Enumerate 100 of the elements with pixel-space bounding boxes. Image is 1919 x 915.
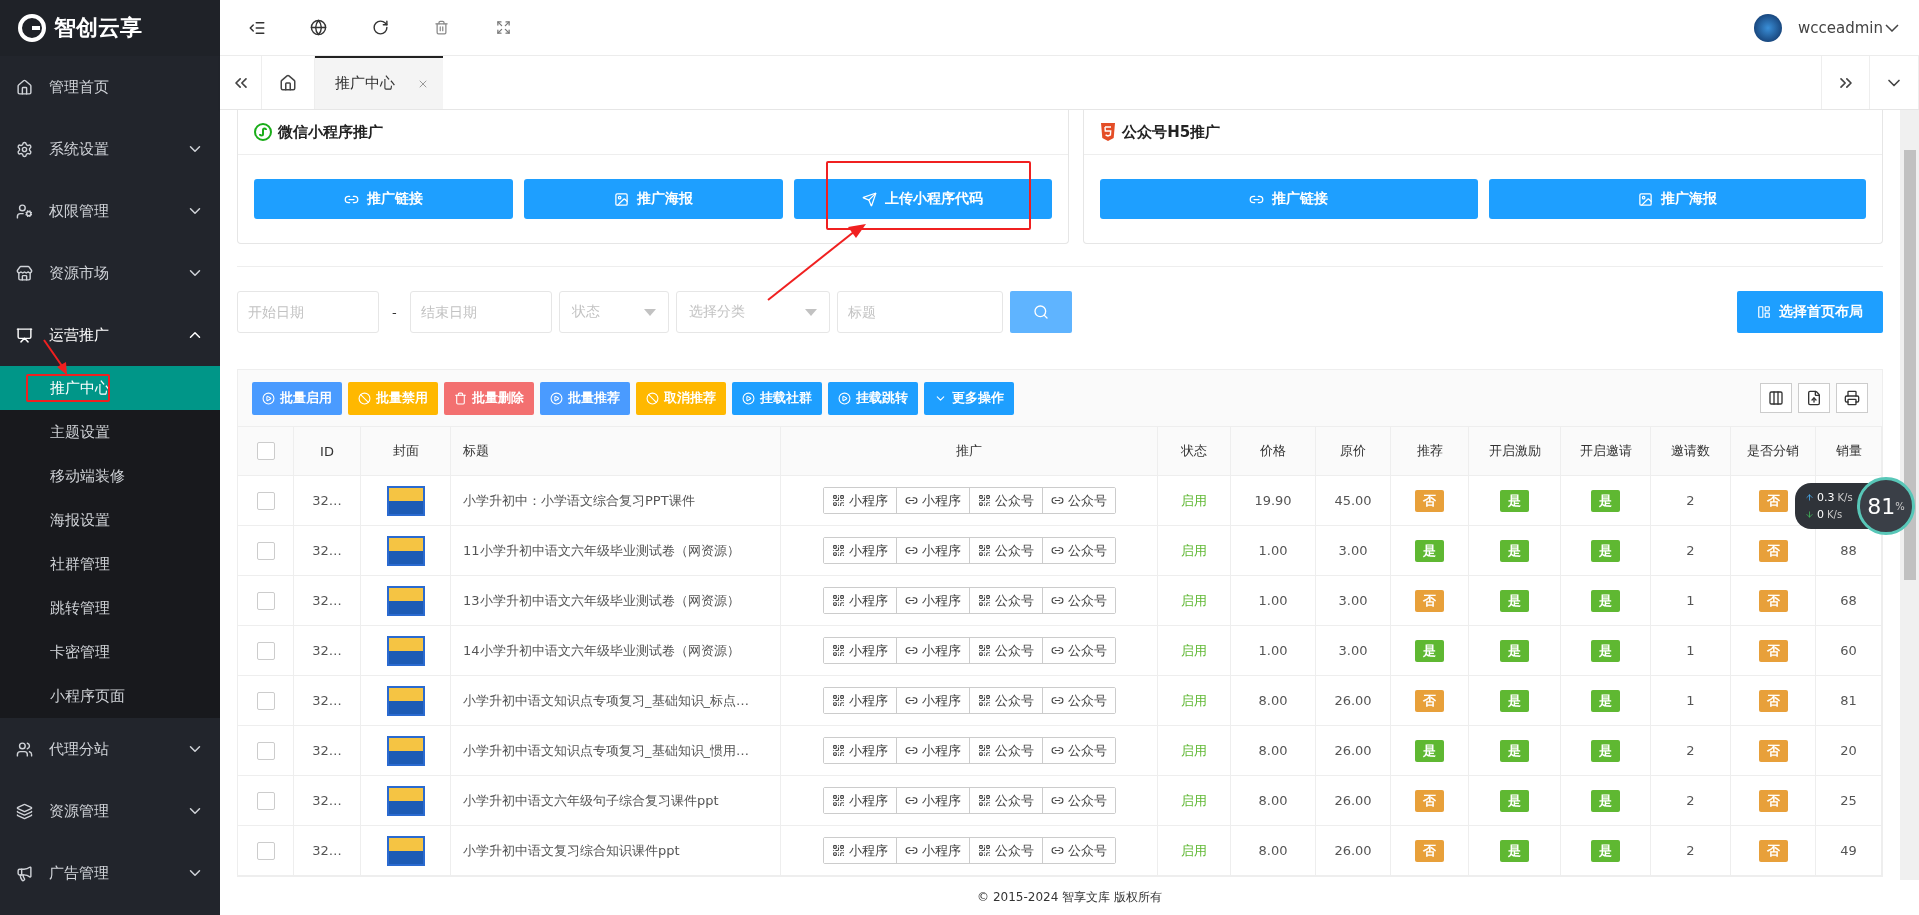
checkbox[interactable]	[256, 841, 275, 860]
layout-icon	[1757, 305, 1771, 319]
globe-icon[interactable]	[310, 19, 327, 36]
checkbox[interactable]	[256, 691, 275, 710]
table-cell: 2	[1686, 743, 1695, 758]
status-text: 启用	[1181, 791, 1207, 810]
table-cell: 2	[1686, 493, 1695, 508]
ban-icon	[646, 391, 659, 405]
export-icon	[1806, 390, 1822, 406]
qr-code-icon	[831, 494, 845, 507]
page-tab[interactable]: 推广中心	[315, 56, 443, 109]
table-cell: 81	[1840, 693, 1857, 708]
table-cell: 8.00	[1258, 793, 1288, 808]
table-cell: 2	[1686, 543, 1695, 558]
table-cell: 小学升初中语文复习综合知识课件ppt	[463, 841, 680, 860]
status-text: 启用	[1181, 541, 1207, 560]
qr-code-icon	[977, 794, 991, 807]
sidebar-subitem[interactable]: 海报设置	[0, 498, 220, 542]
table-cell: 49	[1840, 843, 1857, 858]
table-cell: 1.00	[1258, 643, 1288, 658]
promo-link-button[interactable]: 小程序	[823, 738, 897, 763]
status-text: 启用	[1181, 491, 1207, 510]
sidebar-item[interactable]: 系统设置	[0, 118, 220, 180]
checkbox[interactable]	[256, 591, 275, 610]
scroll-right-button[interactable]	[1821, 56, 1870, 109]
table-cell: 32…	[312, 543, 342, 558]
user-avatar[interactable]	[1754, 13, 1782, 42]
checkbox[interactable]	[256, 541, 275, 560]
checkbox[interactable]	[256, 741, 275, 760]
promo-link-button[interactable]: 小程序	[823, 838, 897, 863]
table-cell: 25	[1840, 793, 1857, 808]
play-icon	[262, 391, 275, 405]
sidebar-subitem[interactable]: 小程序页面	[0, 674, 220, 718]
search-button[interactable]	[1009, 291, 1072, 333]
promo-link-button[interactable]: 小程序	[823, 588, 897, 613]
logo-text: 智创云享	[54, 14, 142, 42]
link-icon	[1050, 644, 1064, 657]
promo-link-button[interactable]: 小程序	[823, 788, 897, 813]
column-header: 邀请数	[1671, 442, 1710, 460]
sidebar-item[interactable]: 管理首页	[0, 56, 220, 118]
checkbox[interactable]	[256, 791, 275, 810]
refresh-icon[interactable]	[372, 19, 389, 36]
scroll-left-button[interactable]	[220, 56, 262, 109]
promo-link-button[interactable]: 小程序	[823, 488, 897, 513]
play-icon	[550, 391, 563, 405]
promo-link-button[interactable]: 小程序	[823, 538, 897, 563]
user-gear-icon	[16, 202, 33, 220]
link-icon	[1050, 694, 1064, 707]
column-header: 状态	[1181, 442, 1207, 460]
home-tab-button[interactable]	[262, 56, 315, 109]
column-header: 开启激励	[1488, 442, 1541, 460]
table-cell: 3.00	[1338, 643, 1368, 658]
column-header: 推荐	[1416, 442, 1443, 460]
columns-button[interactable]	[1760, 383, 1792, 413]
layers-icon	[16, 802, 33, 820]
checkbox[interactable]	[256, 442, 275, 460]
table-cell: 13小学升初中语文六年级毕业测试卷（网资源）	[463, 591, 740, 610]
sidebar-subitem[interactable]: 移动端装修	[0, 454, 220, 498]
table-cell: 68	[1840, 593, 1857, 608]
status-text: 启用	[1181, 841, 1207, 860]
cover-thumbnail	[386, 485, 425, 516]
qr-code-icon	[831, 794, 845, 807]
start-date-field[interactable]: 开始日期	[237, 291, 379, 333]
cover-thumbnail	[386, 835, 425, 866]
table-cell: 3.00	[1338, 593, 1368, 608]
promo-link-button[interactable]: 小程序	[823, 638, 897, 663]
export-button[interactable]	[1798, 383, 1830, 413]
link-icon	[904, 794, 918, 807]
checkbox[interactable]	[256, 491, 275, 510]
cover-thumbnail	[386, 585, 425, 616]
end-date-field[interactable]: 结束日期	[409, 291, 552, 333]
print-button[interactable]	[1836, 383, 1868, 413]
qr-code-icon	[977, 694, 991, 707]
sidebar-item[interactable]: 广告管理	[0, 842, 220, 904]
promo-link-button[interactable]: 小程序	[823, 688, 897, 713]
user-menu[interactable]: wcceadmin	[1798, 18, 1919, 37]
qr-code-icon	[977, 644, 991, 657]
column-header: 价格	[1260, 442, 1286, 460]
sidebar-item[interactable]: 权限管理	[0, 180, 220, 242]
sidebar-item[interactable]: 资源市场	[0, 242, 220, 304]
qr-code-icon	[977, 844, 991, 857]
sidebar-item[interactable]: 运营推广	[0, 304, 220, 366]
arrow-down-icon	[1805, 510, 1814, 519]
table-cell: 19.90	[1254, 493, 1292, 508]
sidebar-subitem[interactable]: 主题设置	[0, 410, 220, 454]
table-cell: 8.00	[1258, 843, 1288, 858]
date-separator: -	[391, 304, 398, 320]
sidebar-subitem[interactable]: 卡密管理	[0, 630, 220, 674]
trash-icon[interactable]	[434, 20, 449, 35]
checkbox[interactable]	[256, 641, 275, 660]
link-icon	[904, 544, 918, 557]
sidebar-item[interactable]: 资源管理	[0, 780, 220, 842]
speed-unit: K/s	[1837, 492, 1853, 503]
sidebar-item[interactable]: 代理分站	[0, 718, 220, 780]
sidebar-subitem[interactable]: 社群管理	[0, 542, 220, 586]
status-text: 启用	[1181, 691, 1207, 710]
sidebar-subitem[interactable]: 跳转管理	[0, 586, 220, 630]
fullscreen-icon[interactable]	[496, 20, 511, 35]
qr-code-icon	[831, 594, 845, 607]
title-field[interactable]: 标题	[836, 291, 1003, 333]
